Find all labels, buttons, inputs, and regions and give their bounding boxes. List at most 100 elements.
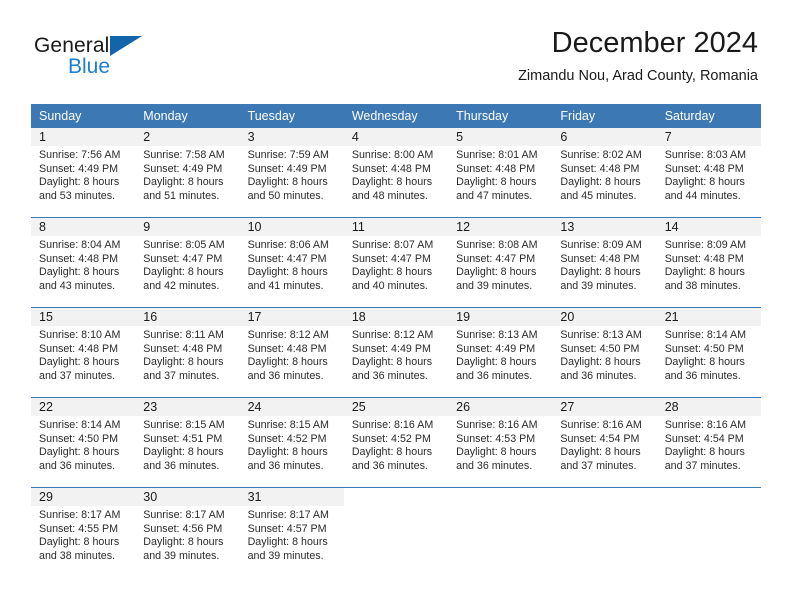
day-number: 21	[664, 310, 679, 324]
day-details: Sunrise: 8:15 AM Sunset: 4:52 PM Daylight:…	[240, 416, 344, 473]
daylight-line-2: and 36 minutes.	[456, 369, 533, 382]
sunrise-line: Sunrise: 8:16 AM	[456, 419, 538, 431]
day-cell[interactable]: 20 Sunrise: 8:13 AM Sunset: 4:50 PM Dayligh…	[552, 308, 657, 387]
day-number-band: 6	[552, 128, 657, 146]
day-number-band: 29	[31, 488, 136, 506]
day-cell[interactable]: 13 Sunrise: 8:09 AM Sunset: 4:48 PM Dayligh…	[552, 218, 657, 297]
daylight-line-2: and 50 minutes.	[247, 189, 324, 202]
day-cell[interactable]: 22 Sunrise: 8:14 AM Sunset: 4:50 PM Dayligh…	[31, 398, 136, 477]
sunrise-line: Sunrise: 8:16 AM	[664, 419, 747, 431]
day-details: Sunrise: 8:13 AM Sunset: 4:49 PM Daylight:…	[448, 326, 552, 383]
daylight-line-2: and 47 minutes.	[456, 189, 533, 202]
day-details: Sunrise: 8:16 AM Sunset: 4:52 PM Daylight:…	[344, 416, 448, 473]
day-cell[interactable]: 8 Sunrise: 8:04 AM Sunset: 4:48 PM Daylight…	[31, 218, 136, 297]
title-block: December 2024 Zimandu Nou, Arad County, …	[518, 26, 758, 85]
day-cell[interactable]: 26 Sunrise: 8:16 AM Sunset: 4:53 PM Dayligh…	[448, 398, 553, 477]
day-cell[interactable]: 14 Sunrise: 8:09 AM Sunset: 4:48 PM Dayligh…	[656, 218, 761, 297]
sunset-line: Sunset: 4:54 PM	[560, 432, 640, 445]
daylight-line-2: and 36 minutes.	[664, 369, 741, 382]
day-cell[interactable]: 29 Sunrise: 8:17 AM Sunset: 4:55 PM Dayligh…	[31, 488, 136, 567]
sunrise-line: Sunrise: 8:11 AM	[143, 329, 224, 341]
day-cell-empty	[656, 488, 761, 567]
sunset-line: Sunset: 4:49 PM	[39, 162, 119, 175]
daylight-line-1: Daylight: 8 hours	[143, 536, 224, 549]
day-number-band: 23	[135, 398, 240, 416]
day-cell[interactable]: 21 Sunrise: 8:14 AM Sunset: 4:50 PM Dayligh…	[656, 308, 761, 387]
day-cell[interactable]: 24 Sunrise: 8:15 AM Sunset: 4:52 PM Dayligh…	[239, 398, 344, 477]
sunset-line: Sunset: 4:50 PM	[560, 342, 640, 355]
sunrise-line: Sunrise: 8:12 AM	[351, 329, 434, 341]
day-cell[interactable]: 6 Sunrise: 8:02 AM Sunset: 4:48 PM Daylight…	[552, 128, 657, 207]
day-number-band: 30	[135, 488, 240, 506]
day-details: Sunrise: 8:10 AM Sunset: 4:48 PM Daylight:…	[31, 326, 135, 383]
daylight-line-2: and 39 minutes.	[247, 549, 324, 562]
day-number-band: 26	[448, 398, 553, 416]
sunrise-line: Sunrise: 8:14 AM	[39, 419, 121, 431]
day-cell[interactable]: 7 Sunrise: 8:03 AM Sunset: 4:48 PM Daylight…	[656, 128, 761, 207]
sunrise-line: Sunrise: 8:09 AM	[664, 239, 747, 251]
day-details: Sunrise: 8:03 AM Sunset: 4:48 PM Daylight:…	[657, 146, 761, 203]
day-number-band: 5	[448, 128, 553, 146]
sunrise-line: Sunrise: 8:15 AM	[247, 419, 329, 431]
day-cell[interactable]: 10 Sunrise: 8:06 AM Sunset: 4:47 PM Dayligh…	[239, 218, 344, 297]
sunrise-line: Sunrise: 8:17 AM	[39, 509, 121, 521]
day-cell[interactable]: 27 Sunrise: 8:16 AM Sunset: 4:54 PM Dayligh…	[552, 398, 657, 477]
daylight-line-2: and 37 minutes.	[39, 369, 116, 382]
daylight-line-1: Daylight: 8 hours	[560, 266, 641, 279]
sunrise-line: Sunrise: 8:04 AM	[39, 239, 121, 251]
daylight-line-2: and 39 minutes.	[143, 549, 220, 562]
day-cell[interactable]: 1 Sunrise: 7:56 AM Sunset: 4:49 PM Daylight…	[31, 128, 136, 207]
day-details: Sunrise: 8:16 AM Sunset: 4:54 PM Daylight:…	[552, 416, 656, 473]
day-number: 17	[247, 310, 262, 324]
sunset-line: Sunset: 4:49 PM	[143, 162, 223, 175]
day-details: Sunrise: 8:16 AM Sunset: 4:53 PM Daylight:…	[448, 416, 552, 473]
weekday-header-sunday: Sunday	[39, 109, 82, 123]
day-number: 11	[351, 220, 365, 234]
day-cell[interactable]: 3 Sunrise: 7:59 AM Sunset: 4:49 PM Daylight…	[239, 128, 344, 207]
daylight-line-1: Daylight: 8 hours	[247, 536, 328, 549]
day-number: 30	[143, 490, 158, 504]
sunset-line: Sunset: 4:48 PM	[351, 162, 431, 175]
day-cell[interactable]: 28 Sunrise: 8:16 AM Sunset: 4:54 PM Dayligh…	[656, 398, 761, 477]
sunset-line: Sunset: 4:52 PM	[351, 432, 431, 445]
day-cell[interactable]: 19 Sunrise: 8:13 AM Sunset: 4:49 PM Dayligh…	[448, 308, 553, 387]
day-cell[interactable]: 18 Sunrise: 8:12 AM Sunset: 4:49 PM Dayligh…	[343, 308, 449, 387]
sunrise-line: Sunrise: 8:10 AM	[39, 329, 121, 341]
daylight-line-2: and 51 minutes.	[143, 189, 220, 202]
day-cell[interactable]: 16 Sunrise: 8:11 AM Sunset: 4:48 PM Dayligh…	[135, 308, 240, 387]
day-cell[interactable]: 30 Sunrise: 8:17 AM Sunset: 4:56 PM Dayligh…	[135, 488, 240, 567]
day-cell[interactable]: 5 Sunrise: 8:01 AM Sunset: 4:48 PM Daylight…	[448, 128, 553, 207]
sunset-line: Sunset: 4:48 PM	[39, 342, 119, 355]
day-cell-empty	[448, 488, 553, 567]
week-row: 22 Sunrise: 8:14 AM Sunset: 4:50 PM Dayligh…	[31, 397, 761, 477]
day-cell[interactable]: 25 Sunrise: 8:16 AM Sunset: 4:52 PM Dayligh…	[343, 398, 449, 477]
day-details: Sunrise: 8:16 AM Sunset: 4:54 PM Daylight:…	[657, 416, 761, 473]
daylight-line-1: Daylight: 8 hours	[247, 176, 328, 189]
day-cell[interactable]: 17 Sunrise: 8:12 AM Sunset: 4:48 PM Dayligh…	[239, 308, 344, 387]
day-number: 29	[39, 490, 53, 504]
day-number: 10	[247, 220, 262, 234]
day-cell-empty	[552, 488, 657, 567]
daylight-line-1: Daylight: 8 hours	[247, 446, 328, 459]
day-number-band: 12	[448, 218, 553, 236]
day-cell[interactable]: 4 Sunrise: 8:00 AM Sunset: 4:48 PM Daylight…	[343, 128, 449, 207]
sunrise-line: Sunrise: 8:00 AM	[351, 149, 434, 161]
day-cell[interactable]: 23 Sunrise: 8:15 AM Sunset: 4:51 PM Dayligh…	[135, 398, 240, 477]
daylight-line-1: Daylight: 8 hours	[351, 176, 433, 189]
general-blue-logo: General Blue	[34, 34, 264, 82]
day-cell[interactable]: 12 Sunrise: 8:08 AM Sunset: 4:47 PM Dayligh…	[448, 218, 553, 297]
day-number: 8	[39, 220, 46, 234]
day-number-band: 31	[239, 488, 344, 506]
day-cell[interactable]: 9 Sunrise: 8:05 AM Sunset: 4:47 PM Daylight…	[135, 218, 240, 297]
logo-word-blue: Blue	[68, 55, 111, 78]
day-cell[interactable]: 2 Sunrise: 7:58 AM Sunset: 4:49 PM Daylight…	[135, 128, 240, 207]
sunset-line: Sunset: 4:56 PM	[143, 522, 223, 535]
day-cell[interactable]: 15 Sunrise: 8:10 AM Sunset: 4:48 PM Dayligh…	[31, 308, 136, 387]
sunrise-line: Sunrise: 8:15 AM	[143, 419, 225, 431]
day-cell[interactable]: 31 Sunrise: 8:17 AM Sunset: 4:57 PM Dayligh…	[239, 488, 344, 567]
daylight-line-2: and 41 minutes.	[247, 279, 324, 292]
day-cell[interactable]: 11 Sunrise: 8:07 AM Sunset: 4:47 PM Dayligh…	[343, 218, 449, 297]
day-number: 13	[560, 220, 575, 234]
day-details: Sunrise: 8:17 AM Sunset: 4:56 PM Daylight:…	[135, 506, 239, 563]
daylight-line-1: Daylight: 8 hours	[560, 446, 641, 459]
